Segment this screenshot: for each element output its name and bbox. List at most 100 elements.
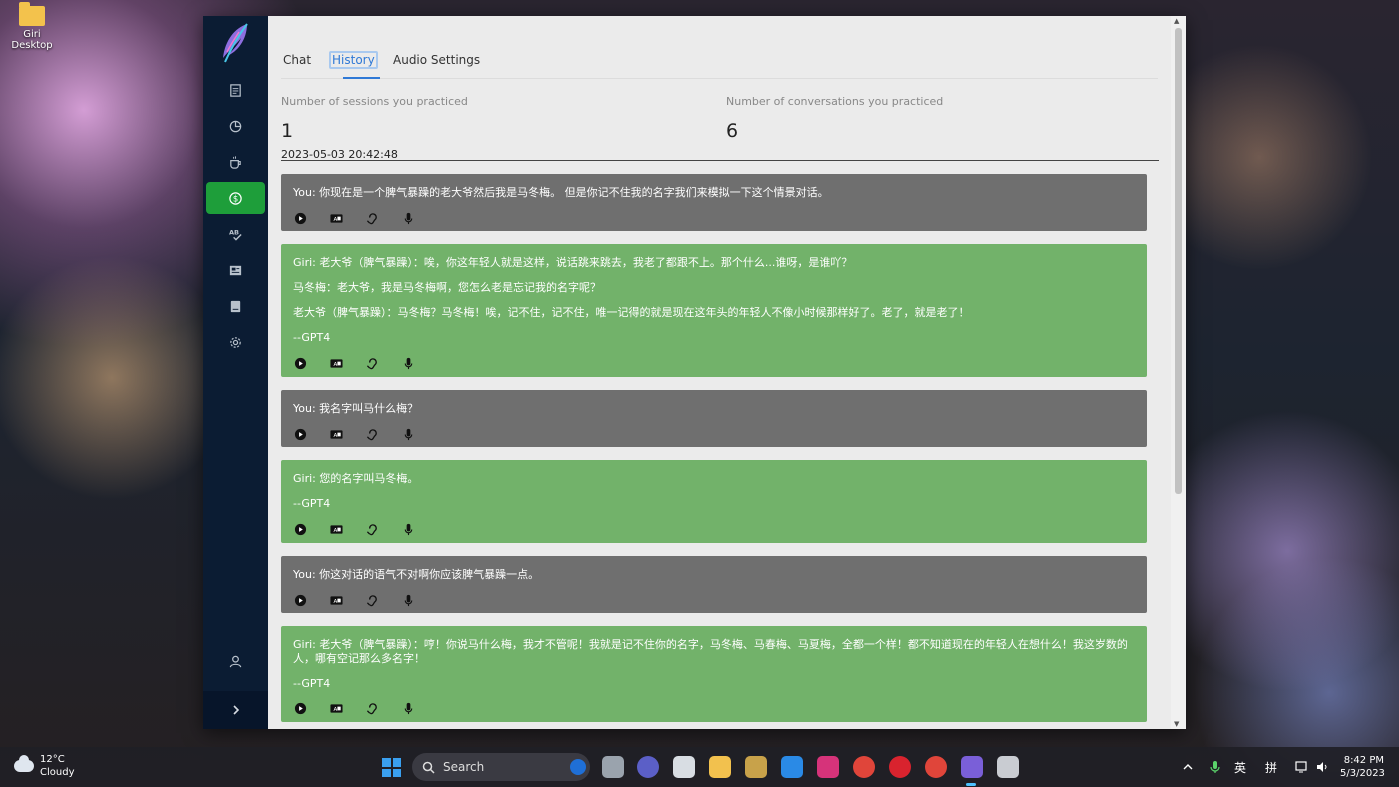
listen-button[interactable] [365, 427, 379, 441]
gear-icon [230, 336, 241, 348]
nav-settings[interactable] [206, 326, 265, 358]
translate-button[interactable]: A [329, 522, 343, 536]
play-icon [294, 428, 306, 440]
nav-account[interactable] [206, 645, 265, 677]
scroll-up-icon[interactable]: ▲ [1174, 17, 1179, 25]
microphone-tray[interactable] [1209, 747, 1221, 787]
app-window: $ AB Chat History Audio Settings Number … [203, 16, 1186, 729]
league-app-icon[interactable] [745, 756, 767, 778]
desktop-shortcut[interactable]: Giri Desktop [4, 2, 60, 51]
play-button[interactable] [293, 211, 307, 225]
record-button[interactable] [401, 427, 415, 441]
clock-time: 8:42 PM [1343, 755, 1384, 766]
message-assistant: Giri: 老大爷（脾气暴躁）：哼！你说马什么梅，我才不管呢！我就是记不住你的名… [281, 626, 1147, 722]
message-actions: A [293, 522, 415, 536]
play-icon [294, 523, 306, 535]
listen-button[interactable] [365, 701, 379, 715]
sidebar: $ AB [203, 16, 268, 729]
listen-button[interactable] [365, 522, 379, 536]
nav-vocabulary[interactable] [206, 290, 265, 322]
scroll-thumb[interactable] [1175, 28, 1182, 494]
vscode-icon[interactable] [781, 756, 803, 778]
listen-button[interactable] [365, 211, 379, 225]
start-button[interactable] [382, 758, 401, 777]
play-button[interactable] [293, 701, 307, 715]
translate-button[interactable]: A [329, 701, 343, 715]
play-button[interactable] [293, 522, 307, 536]
chrome-profile-icon[interactable] [925, 756, 947, 778]
listen-button[interactable] [365, 356, 379, 370]
tab-history[interactable]: History [329, 51, 378, 69]
message-actions: A [293, 356, 415, 370]
tab-chat[interactable]: Chat [281, 51, 313, 69]
microphone-icon [404, 428, 412, 440]
ime-language[interactable]: 英 [1234, 747, 1246, 787]
file-explorer-icon[interactable] [709, 756, 731, 778]
play-button[interactable] [293, 427, 307, 441]
record-button[interactable] [401, 522, 415, 536]
nav-grammar[interactable]: AB [206, 218, 265, 250]
tab-audio-settings[interactable]: Audio Settings [391, 51, 482, 69]
message-text: You: 我名字叫马什么梅？ [293, 402, 419, 415]
network-icon[interactable] [1295, 747, 1309, 787]
svg-text:A: A [333, 706, 337, 712]
vertical-scrollbar[interactable]: ▲ ▼ [1171, 16, 1186, 729]
scroll-down-icon[interactable]: ▼ [1174, 720, 1179, 728]
message-actions: A [293, 211, 415, 225]
snipping-tool-icon[interactable] [997, 756, 1019, 778]
listen-button[interactable] [365, 593, 379, 607]
nav-break[interactable] [206, 146, 265, 178]
taskbar-search[interactable]: Search [412, 753, 590, 781]
taskbar-clock[interactable]: 8:42 PM 5/3/2023 [1340, 754, 1385, 780]
record-button[interactable] [401, 211, 415, 225]
giri-app-icon[interactable] [961, 756, 983, 778]
conversations-label: Number of conversations you practiced [726, 95, 944, 108]
volume-icon[interactable] [1316, 747, 1328, 787]
bing-icon [570, 759, 586, 775]
translate-button[interactable]: A [329, 211, 343, 225]
nav-notes[interactable] [206, 74, 265, 106]
ime-mode[interactable]: 拼 [1265, 747, 1277, 787]
message-actions: A [293, 593, 415, 607]
chrome-icon[interactable] [853, 756, 875, 778]
listen-icon [366, 428, 377, 440]
message-text: 老大爷（脾气暴躁）：马冬梅？马冬梅！唉，记不住，记不住，唯一记得的就是现在这年头… [293, 306, 970, 319]
folder-icon [19, 2, 45, 26]
play-button[interactable] [293, 593, 307, 607]
record-button[interactable] [401, 593, 415, 607]
message-text: Giri: 您的名字叫马冬梅。 [293, 472, 419, 485]
translate-button[interactable]: A [329, 593, 343, 607]
cloud-icon [14, 755, 34, 772]
taskbar: 12°C Cloudy Search 英 拼 8:42 PM 5/3/2023 [0, 747, 1399, 787]
play-button[interactable] [293, 356, 307, 370]
nav-credits[interactable]: $ [206, 182, 265, 214]
message-text: 马冬梅：老大爷，我是马冬梅啊，您怎么老是忘记我的名字呢？ [293, 281, 601, 294]
sidebar-expand-button[interactable] [203, 691, 268, 729]
show-hidden-icons[interactable] [1182, 747, 1194, 787]
task-view-icon[interactable] [602, 756, 624, 778]
message-actions: A [293, 427, 415, 441]
weather-widget[interactable]: 12°C Cloudy [14, 753, 74, 779]
dollar-icon: $ [229, 191, 242, 205]
sessions-label: Number of sessions you practiced [281, 95, 468, 108]
translate-icon: A [329, 429, 343, 438]
book-icon [230, 300, 241, 312]
teams-chat-icon[interactable] [637, 756, 659, 778]
netease-music-icon[interactable] [889, 756, 911, 778]
pie-chart-icon [229, 120, 242, 132]
nav-articles[interactable] [206, 254, 265, 286]
translate-button[interactable]: A [329, 356, 343, 370]
spellcheck-icon: AB [229, 228, 242, 241]
settings-app-icon[interactable] [673, 756, 695, 778]
listen-icon [366, 357, 377, 369]
instagram-icon[interactable] [817, 756, 839, 778]
record-button[interactable] [401, 356, 415, 370]
microphone-icon [404, 594, 412, 606]
nav-statistics[interactable] [206, 110, 265, 142]
chevron-right-icon [232, 705, 239, 715]
message-text: You: 你现在是一个脾气暴躁的老大爷然后我是马冬梅。 但是你记不住我的名字我们… [293, 186, 829, 199]
network-glyph-icon [1295, 761, 1307, 773]
translate-button[interactable]: A [329, 427, 343, 441]
message-text: You: 你这对话的语气不对啊你应该脾气暴躁一点。 [293, 568, 540, 581]
record-button[interactable] [401, 701, 415, 715]
